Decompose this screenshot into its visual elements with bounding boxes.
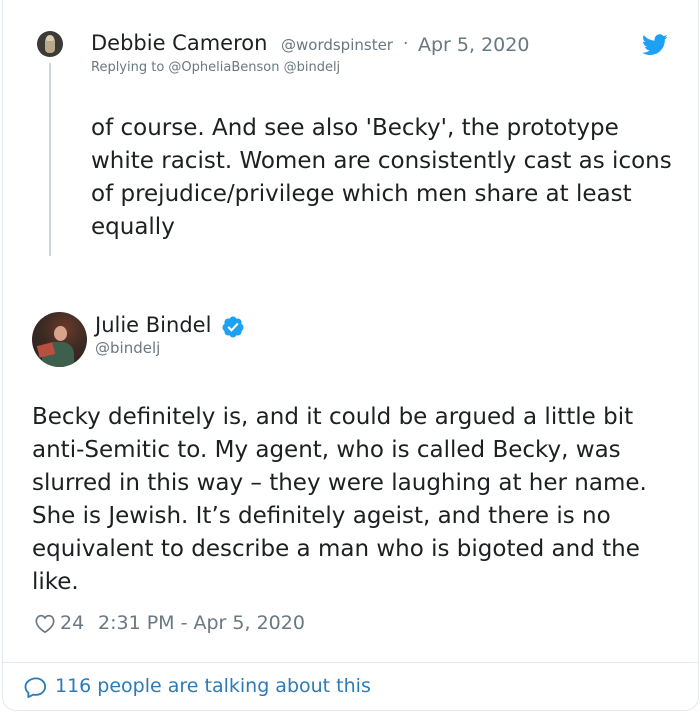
- tweet-timestamp[interactable]: 2:31 PM - Apr 5, 2020: [98, 612, 305, 634]
- thread-connector-line: [49, 63, 51, 256]
- parent-author-handle[interactable]: @wordspinster: [281, 36, 393, 54]
- people-talking-link[interactable]: 116 people are talking about this: [55, 675, 371, 697]
- heart-icon[interactable]: [34, 613, 56, 634]
- main-author-avatar[interactable]: [32, 312, 87, 367]
- main-tweet-text: Becky definitely is, and it could be arg…: [32, 404, 647, 595]
- like-count[interactable]: 24: [60, 612, 84, 634]
- footer-divider: [2, 662, 698, 663]
- parent-tweet-date[interactable]: Apr 5, 2020: [418, 34, 529, 56]
- twitter-bird-icon[interactable]: [642, 34, 668, 56]
- parent-tweet-text: of course. And see also 'Becky', the pro…: [91, 115, 672, 240]
- verified-badge-icon: [222, 316, 244, 338]
- separator-dot: ·: [403, 34, 409, 54]
- parent-author-name[interactable]: Debbie Cameron: [91, 31, 267, 55]
- replying-to-label[interactable]: Replying to @OpheliaBenson @bindelj: [91, 60, 340, 75]
- speech-bubble-icon[interactable]: [24, 676, 48, 699]
- main-author-handle[interactable]: @bindelj: [95, 339, 160, 357]
- parent-author-avatar[interactable]: [37, 31, 63, 57]
- main-author-name[interactable]: Julie Bindel: [95, 313, 211, 337]
